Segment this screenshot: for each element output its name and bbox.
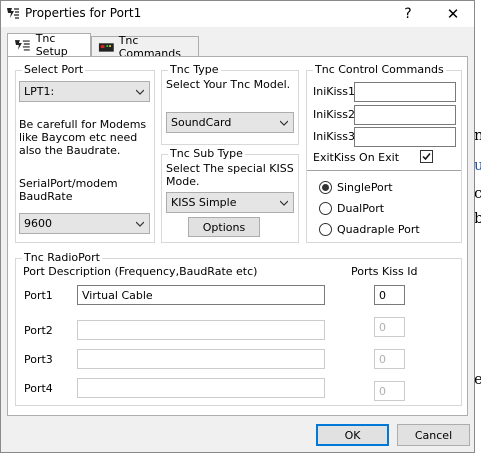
port2-description-input[interactable] [77, 320, 325, 340]
tnc-setup-panel: Select Port LPT1: Be carefull for Modems… [7, 56, 468, 416]
app-icon [5, 6, 21, 20]
port1-kiss-id-input[interactable]: 0 [374, 285, 405, 305]
chevron-down-icon [136, 89, 144, 95]
checkmark-icon [422, 153, 431, 161]
port4-kiss-id-input[interactable]: 0 [374, 381, 405, 401]
exitkiss-label: ExitKiss On Exit [313, 151, 400, 164]
group-title: Select Port [22, 63, 86, 76]
kiss-mode-select[interactable]: KISS Simple [166, 192, 294, 213]
chevron-down-icon [280, 120, 288, 126]
port3-kiss-id-input[interactable]: 0 [374, 349, 405, 369]
chevron-down-icon [136, 221, 144, 227]
inikiss2-input[interactable] [354, 105, 456, 125]
port-select-value: LPT1: [24, 85, 55, 98]
options-button[interactable]: Options [188, 217, 260, 237]
title-bar: Properties for Port1 ? ✕ [1, 1, 474, 27]
tnc-sub-type-group: Tnc Sub Type Select The special KISS Mod… [161, 147, 299, 243]
background-text: b [474, 209, 481, 227]
chevron-down-icon [280, 200, 288, 206]
quadraple-port-radio[interactable] [319, 223, 332, 236]
select-port-group: Select Port LPT1: Be carefull for Modems… [15, 63, 155, 243]
port1-description-input[interactable]: Virtual Cable [77, 285, 325, 305]
port3-label: Port3 [24, 353, 53, 366]
dualport-radio[interactable] [319, 202, 332, 215]
background-text: n [474, 126, 481, 144]
port2-label: Port2 [24, 324, 53, 337]
baudrate-note: Be carefull for Modems like Baycom etc n… [19, 118, 147, 157]
inikiss1-input[interactable] [354, 82, 456, 102]
cancel-button[interactable]: Cancel [397, 424, 470, 446]
tab-tnc-commands[interactable]: Tnc Commands [91, 34, 199, 60]
inikiss1-label: IniKiss1 [313, 85, 356, 98]
tnc-type-select[interactable]: SoundCard [166, 112, 294, 133]
tnc-radioport-group: Tnc RadioPort Port Description (Frequenc… [15, 251, 462, 406]
help-button[interactable]: ? [386, 1, 430, 27]
singleport-label: SinglePort [337, 181, 393, 194]
port4-description-input[interactable] [77, 378, 325, 398]
port4-label: Port4 [24, 382, 53, 395]
exitkiss-checkbox[interactable] [420, 150, 433, 163]
group-title: Tnc Type [168, 63, 221, 76]
tnc-control-commands-group: Tnc Control Commands IniKiss1 IniKiss2 I… [306, 63, 462, 243]
tab-label: Tnc Setup [35, 32, 68, 58]
group-title: Tnc Sub Type [168, 147, 245, 160]
close-button[interactable]: ✕ [431, 1, 475, 27]
dualport-label: DualPort [337, 202, 385, 215]
group-title: Tnc Control Commands [313, 63, 446, 76]
baudrate-select-value: 9600 [24, 217, 52, 230]
inikiss3-input[interactable] [354, 127, 456, 147]
baudrate-label: SerialPort/modem BaudRate [19, 177, 118, 203]
properties-dialog: Properties for Port1 ? ✕ Tnc Setup Tnc C… [0, 0, 475, 453]
port2-kiss-id-input[interactable]: 0 [374, 317, 405, 337]
tnc-setup-icon [14, 40, 30, 51]
divider [307, 170, 461, 171]
tnc-type-group: Tnc Type Select Your Tnc Model. SoundCar… [161, 63, 299, 145]
kiss-mode-select-value: KISS Simple [171, 196, 237, 209]
port-select[interactable]: LPT1: [19, 81, 150, 102]
tab-tnc-setup[interactable]: Tnc Setup [7, 32, 91, 58]
background-text: e [474, 370, 481, 388]
group-title: Tnc RadioPort [22, 251, 102, 264]
quadraple-port-label: Quadraple Port [337, 223, 420, 236]
radio-device-icon [98, 42, 114, 52]
ports-kiss-id-header: Ports Kiss Id [351, 265, 418, 278]
port-description-header: Port Description (Frequency,BaudRate etc… [23, 265, 258, 278]
tnc-sub-type-hint: Select The special KISS Mode. [166, 162, 294, 188]
inikiss2-label: IniKiss2 [313, 108, 356, 121]
tnc-type-hint: Select Your Tnc Model. [166, 78, 291, 91]
inikiss3-label: IniKiss3 [313, 130, 356, 143]
singleport-radio[interactable] [319, 181, 332, 194]
baudrate-select[interactable]: 9600 [19, 213, 150, 234]
background-text: u [474, 156, 481, 174]
port1-label: Port1 [24, 289, 53, 302]
ok-button[interactable]: OK [316, 424, 389, 446]
port3-description-input[interactable] [77, 349, 325, 369]
background-text: c [474, 184, 481, 202]
tnc-type-select-value: SoundCard [171, 116, 232, 129]
window-title: Properties for Port1 [25, 6, 142, 20]
